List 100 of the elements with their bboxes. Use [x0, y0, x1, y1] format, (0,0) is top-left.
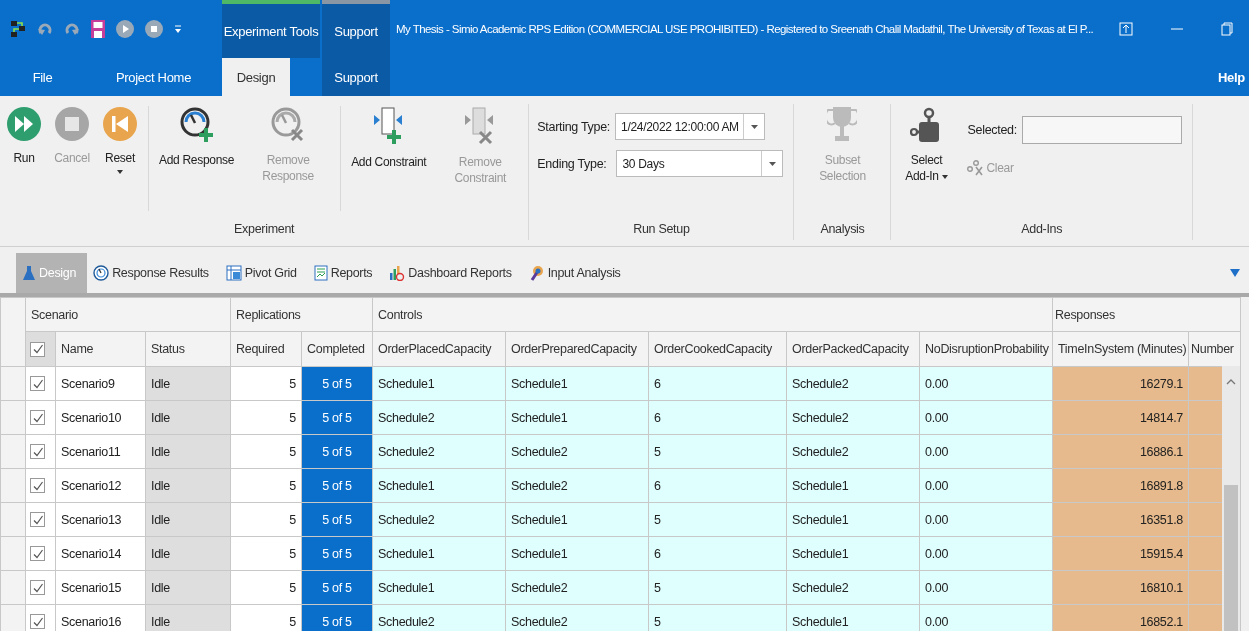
view-tab[interactable]: Dashboard Reports — [383, 253, 523, 293]
table-cell: Schedule1 — [786, 468, 920, 503]
dropdown-field[interactable]: 1/24/2022 12:00:00 AM — [615, 113, 765, 140]
column-group-header: Controls — [372, 297, 1053, 332]
table-cell: 0.00 — [919, 400, 1053, 435]
gauge-plus-icon — [178, 106, 215, 144]
column-header[interactable]: Required — [230, 331, 302, 367]
checkbox[interactable] — [30, 410, 45, 426]
view-tab[interactable]: Pivot Grid — [219, 253, 308, 293]
stop-icon[interactable] — [145, 20, 163, 38]
table-cell: Schedule1 — [372, 468, 506, 503]
table-cell: Schedule1 — [786, 536, 920, 571]
table-cell: Schedule2 — [372, 400, 506, 435]
pivot-grid-icon — [225, 265, 242, 281]
checkbox[interactable] — [30, 444, 45, 460]
table-cell: Idle — [145, 604, 231, 631]
context-tab-header: Support — [322, 0, 390, 58]
dropdown-arrow-icon[interactable] — [1230, 269, 1240, 277]
column-header[interactable]: Status — [145, 331, 231, 367]
dashboard-icon — [389, 265, 406, 281]
table-cell: 6 — [648, 400, 787, 435]
restore-icon[interactable] — [1221, 22, 1233, 36]
table-cell: Idle — [145, 468, 231, 503]
table-cell: Idle — [145, 570, 231, 605]
ribbon-button[interactable]: Run — [0, 106, 48, 167]
play-icon[interactable] — [116, 20, 134, 38]
table-cell: Idle — [145, 366, 231, 401]
clear-icon — [967, 160, 984, 176]
table-cell: Schedule1 — [505, 502, 649, 537]
table-cell: Schedule1 — [372, 536, 506, 571]
vertical-scrollbar[interactable] — [1222, 366, 1240, 631]
column-header[interactable]: TimeInSystem (Minutes) — [1052, 331, 1189, 367]
checkbox[interactable] — [30, 512, 45, 528]
column-header[interactable]: OrderPreparedCapacity — [505, 331, 649, 367]
dropdown-field[interactable]: 30 Days — [616, 150, 784, 177]
group-label: Experiment — [233, 222, 296, 238]
checkbox[interactable] — [30, 546, 45, 562]
column-header[interactable]: OrderPackedCapacity — [786, 331, 920, 367]
column-header[interactable]: Completed — [301, 331, 373, 367]
view-tab[interactable]: Response Results — [87, 253, 220, 293]
table-cell: 14814.7 — [1052, 400, 1189, 435]
table-cell: Scenario11 — [55, 434, 146, 469]
checkbox[interactable] — [30, 580, 45, 596]
table-cell: Schedule2 — [786, 570, 920, 605]
table-cell: 0.00 — [919, 570, 1053, 605]
field-label: Starting Type: — [537, 119, 610, 134]
checkbox[interactable] — [30, 341, 45, 357]
reset-icon — [102, 106, 138, 142]
column-header[interactable]: NoDisruptionProbability — [919, 331, 1053, 367]
customize-icon[interactable] — [174, 24, 182, 34]
table-cell: 0.00 — [919, 502, 1053, 537]
pin-icon[interactable] — [1119, 22, 1133, 36]
caret-icon — [941, 175, 948, 179]
column-group-header: Scenario — [25, 297, 231, 332]
checkbox[interactable] — [30, 614, 45, 630]
table-cell: Idle — [145, 536, 231, 571]
table-cell: Schedule2 — [505, 604, 649, 631]
table-cell: Schedule1 — [786, 502, 920, 537]
ribbon-button[interactable]: Add Response — [153, 106, 241, 169]
ribbon-button[interactable]: Add Constraint — [345, 106, 433, 171]
table-cell: 16886.1 — [1052, 434, 1189, 469]
context-tab-header: Experiment Tools — [222, 0, 320, 58]
table-cell: Scenario13 — [55, 502, 146, 537]
table-cell: 0.00 — [919, 434, 1053, 469]
ribbon-button[interactable]: Reset — [96, 106, 144, 175]
input-analysis-icon — [528, 265, 545, 281]
table-cell: 0.00 — [919, 468, 1053, 503]
ribbon-tab[interactable]: File — [0, 58, 85, 96]
table-cell: Schedule2 — [505, 434, 649, 469]
select-add-in-button[interactable]: Select Add-In — [895, 106, 958, 185]
stop-icon — [54, 106, 90, 142]
checkbox[interactable] — [30, 376, 45, 392]
selected-field[interactable] — [1021, 116, 1182, 144]
save-icon[interactable] — [91, 20, 105, 38]
table-cell: Idle — [145, 434, 231, 469]
table-cell: 5 — [230, 570, 302, 605]
column-group-header: Responses — [1052, 297, 1241, 332]
caret-icon — [750, 124, 758, 129]
view-tab[interactable]: Reports — [307, 253, 384, 293]
checkbox[interactable] — [30, 478, 45, 494]
help-tab[interactable]: Help — [1218, 58, 1249, 96]
scroll-up-icon[interactable] — [1226, 378, 1236, 385]
ribbon-tab[interactable]: Design — [222, 58, 290, 96]
column-header[interactable]: Number — [1188, 331, 1241, 367]
view-tab[interactable]: Input Analysis — [522, 253, 632, 293]
progress-cell: 5 of 5 — [301, 604, 373, 631]
table-cell: 16810.1 — [1052, 570, 1189, 605]
app-logo-icon[interactable] — [10, 20, 26, 38]
table-cell: Schedule1 — [372, 570, 506, 605]
table-cell: Schedule2 — [505, 570, 649, 605]
table-cell: Idle — [145, 400, 231, 435]
table-cell: Schedule2 — [505, 468, 649, 503]
field-label: Ending Type: — [537, 156, 607, 171]
column-header[interactable]: OrderPlacedCapacity — [372, 331, 506, 367]
ribbon-tab[interactable]: Project Home — [85, 58, 222, 96]
table-cell: 5 — [230, 434, 302, 469]
column-header[interactable]: Name — [55, 331, 146, 367]
progress-cell: 5 of 5 — [301, 400, 373, 435]
ribbon-tab[interactable]: Support — [322, 58, 390, 96]
column-header[interactable]: OrderCookedCapacity — [648, 331, 787, 367]
